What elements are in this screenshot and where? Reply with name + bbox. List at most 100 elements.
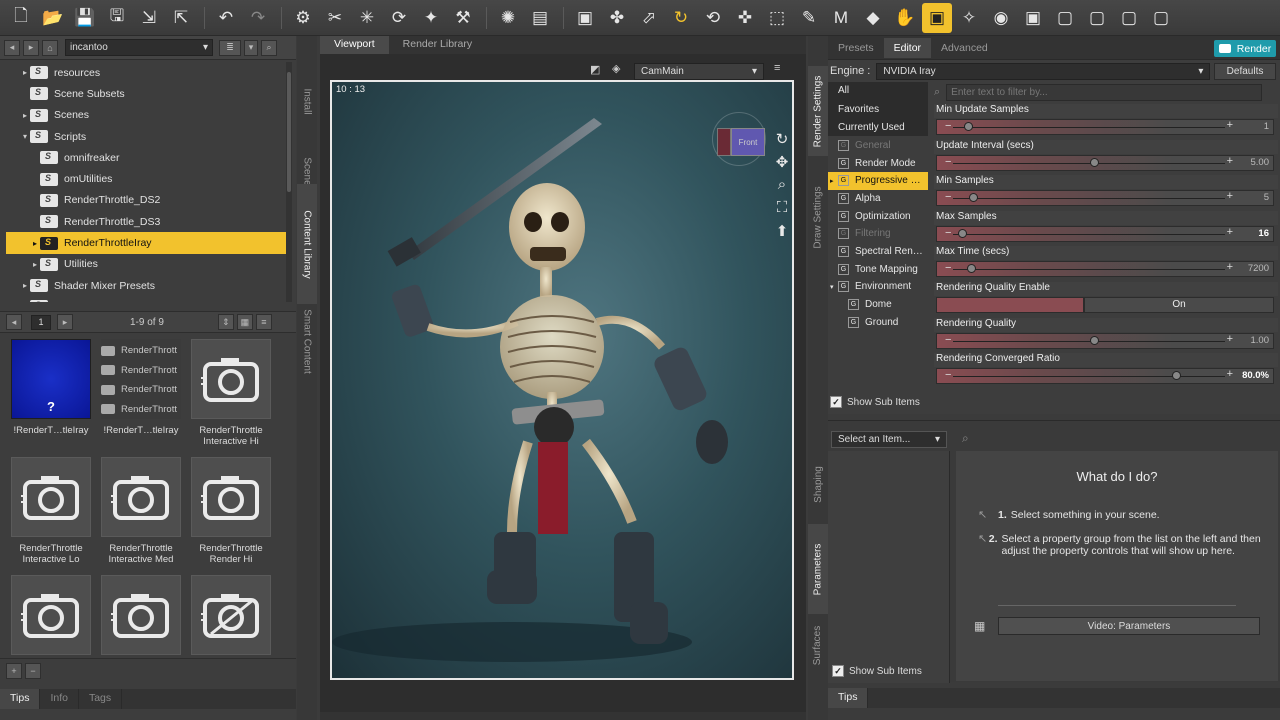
grid-view-icon[interactable]: ▦ (236, 314, 253, 330)
back-button[interactable]: ◂ (4, 39, 20, 56)
expand-arrow-icon[interactable]: ▸ (30, 260, 40, 269)
increment-icon[interactable]: + (1227, 368, 1233, 380)
expand-arrow-icon[interactable]: ▾ (830, 283, 838, 291)
tab-presets[interactable]: Presets (828, 38, 884, 58)
expand-arrow-icon[interactable]: ▸ (20, 68, 30, 77)
toggle-on-segment[interactable]: On (1084, 296, 1274, 313)
asset-thumbnail[interactable]: RenderThrottle Interactive Hi (188, 339, 274, 457)
pose-tool-icon[interactable]: ✋ (890, 3, 920, 33)
property-slider[interactable]: − +1.00 (936, 332, 1274, 349)
tree-item[interactable]: ▸Shader Mixer Scenes (6, 296, 286, 302)
tab-viewport[interactable]: Viewport (320, 36, 389, 54)
iray-render-icon[interactable]: ✧ (954, 3, 984, 33)
save-as-icon[interactable]: 💾 (70, 3, 100, 33)
property-group-item[interactable]: G Filtering (828, 225, 928, 243)
search-icon[interactable]: ⌕ (261, 39, 277, 56)
decrement-icon[interactable]: − (945, 334, 951, 346)
property-value[interactable]: 5.00 (1251, 157, 1270, 168)
slider-knob[interactable] (966, 264, 976, 274)
active-render-icon[interactable]: ▣ (922, 2, 952, 33)
database-icon[interactable]: ≣ (219, 39, 241, 56)
mini-list-item[interactable]: RenderThrott (101, 380, 177, 400)
toggle-off-segment[interactable] (936, 296, 1084, 313)
property-group-item[interactable]: All (828, 82, 928, 100)
property-slider[interactable]: − +5 (936, 190, 1274, 207)
property-value[interactable]: 80.0% (1242, 370, 1269, 381)
home-button[interactable]: ⌂ (42, 39, 58, 56)
increment-icon[interactable]: + (1227, 261, 1233, 273)
side-tab-render-settings[interactable]: Render Settings (808, 66, 828, 156)
aspect-icon[interactable]: ◩ (590, 63, 600, 76)
tree-item[interactable]: omUtilities (6, 168, 286, 189)
geometry-sculptor-icon[interactable]: M (826, 3, 856, 33)
property-group-item[interactable]: G General (828, 137, 928, 155)
property-group-item[interactable]: Currently Used (828, 118, 928, 137)
property-slider[interactable]: − +5.00 (936, 154, 1274, 171)
tab-tags[interactable]: Tags (79, 689, 123, 709)
frame-icon[interactable]: ⛶ (772, 199, 792, 222)
property-group-item[interactable]: Favorites (828, 100, 928, 118)
pan-icon[interactable]: ✥ (772, 153, 792, 176)
tab-info[interactable]: Info (40, 689, 79, 709)
asset-thumbnail[interactable]: RenderThrott RenderThrott RenderThrott Rend… (98, 339, 184, 457)
checkbox-icon[interactable]: ✓ (830, 396, 842, 408)
tree-item[interactable]: ▸ RenderThrottleIray (6, 232, 286, 254)
universal-tool-icon[interactable]: ▤ (525, 3, 555, 33)
property-slider[interactable]: − +16 (936, 225, 1274, 242)
property-value[interactable]: 1.00 (1251, 335, 1270, 346)
property-group-item[interactable]: G Ground (828, 313, 928, 331)
side-tab-install[interactable]: Install (297, 66, 317, 136)
zoom-icon[interactable]: ⌕ (772, 176, 792, 199)
render-2-icon[interactable]: ▣ (1018, 3, 1048, 33)
sort-icon[interactable]: ⇕ (217, 314, 234, 330)
defaults-button[interactable]: Defaults (1214, 63, 1276, 80)
asset-thumbnail[interactable]: RenderThrottle Interactive Lo (8, 457, 94, 575)
side-tab-smart-content[interactable]: Smart Content (297, 296, 317, 386)
expand-arrow-icon[interactable]: ▸ (20, 281, 30, 290)
render-camera-icon[interactable]: ◆ (858, 3, 888, 33)
scene-tool-icon[interactable]: ⚙ (288, 3, 318, 33)
property-value[interactable]: 1 (1264, 121, 1269, 132)
tree-item[interactable]: omnifreaker (6, 147, 286, 168)
mini-list-item[interactable]: RenderThrott (101, 341, 177, 361)
asset-thumbnail[interactable]: ? !RenderT…tleIray (8, 339, 94, 457)
side-tab-surfaces[interactable]: Surfaces (808, 610, 828, 680)
increment-icon[interactable]: + (1227, 119, 1233, 131)
remove-icon[interactable]: − (25, 662, 41, 679)
property-group-item[interactable]: G Render Mode (828, 154, 928, 172)
show-sub-items-toggle[interactable]: ✓ Show Sub Items (832, 665, 922, 677)
slider-knob[interactable] (1172, 371, 1182, 381)
tree-item[interactable]: ▸ Shader Mixer Presets (6, 275, 286, 296)
prev-page-button[interactable]: ◂ (6, 314, 22, 330)
geometry-editor-icon[interactable]: ⚒ (448, 3, 478, 33)
translate-icon[interactable]: ↻ (666, 3, 696, 33)
property-slider[interactable]: − +1 (936, 119, 1274, 135)
transform-icon[interactable]: ✜ (730, 3, 760, 33)
orbit-icon[interactable]: ↻ (772, 130, 792, 153)
expand-arrow-icon[interactable]: ▸ (30, 239, 40, 248)
draw-style-icon[interactable]: ◈ (612, 62, 620, 75)
tree-item[interactable]: RenderThrottle_DS2 (6, 190, 286, 211)
scale-icon[interactable]: ⟲ (698, 3, 728, 33)
property-slider[interactable]: − +80.0% (936, 368, 1274, 385)
select-item-dropdown[interactable]: Select an Item... ▾ (831, 431, 947, 448)
slider-knob[interactable] (1090, 157, 1099, 167)
decrement-icon[interactable]: − (945, 156, 951, 168)
redo-icon[interactable]: ↷ (243, 3, 273, 33)
slider-knob[interactable] (963, 122, 973, 131)
tree-item[interactable]: ▸ resources (6, 62, 286, 83)
node-weight-icon[interactable]: ✦ (416, 3, 446, 33)
render-3-icon[interactable]: ▢ (1050, 3, 1080, 33)
tree-scrollbar[interactable] (286, 62, 292, 302)
page-number[interactable]: 1 (31, 314, 51, 330)
property-value[interactable]: 16 (1258, 228, 1269, 239)
save-icon[interactable]: 🖫 (102, 3, 132, 33)
expand-arrow-icon[interactable]: ▸ (830, 177, 838, 185)
reset-icon[interactable]: ⬆ (772, 222, 792, 245)
export-icon[interactable]: ⇱ (166, 3, 196, 33)
property-group-item[interactable]: G Optimization (828, 207, 928, 225)
search-icon[interactable]: ⌕ (962, 431, 969, 446)
spot-render-icon[interactable]: ✺ (493, 3, 523, 33)
viewport-menu-icon[interactable]: ≡ (774, 62, 780, 74)
node-selection-icon[interactable]: ▣ (570, 3, 600, 33)
